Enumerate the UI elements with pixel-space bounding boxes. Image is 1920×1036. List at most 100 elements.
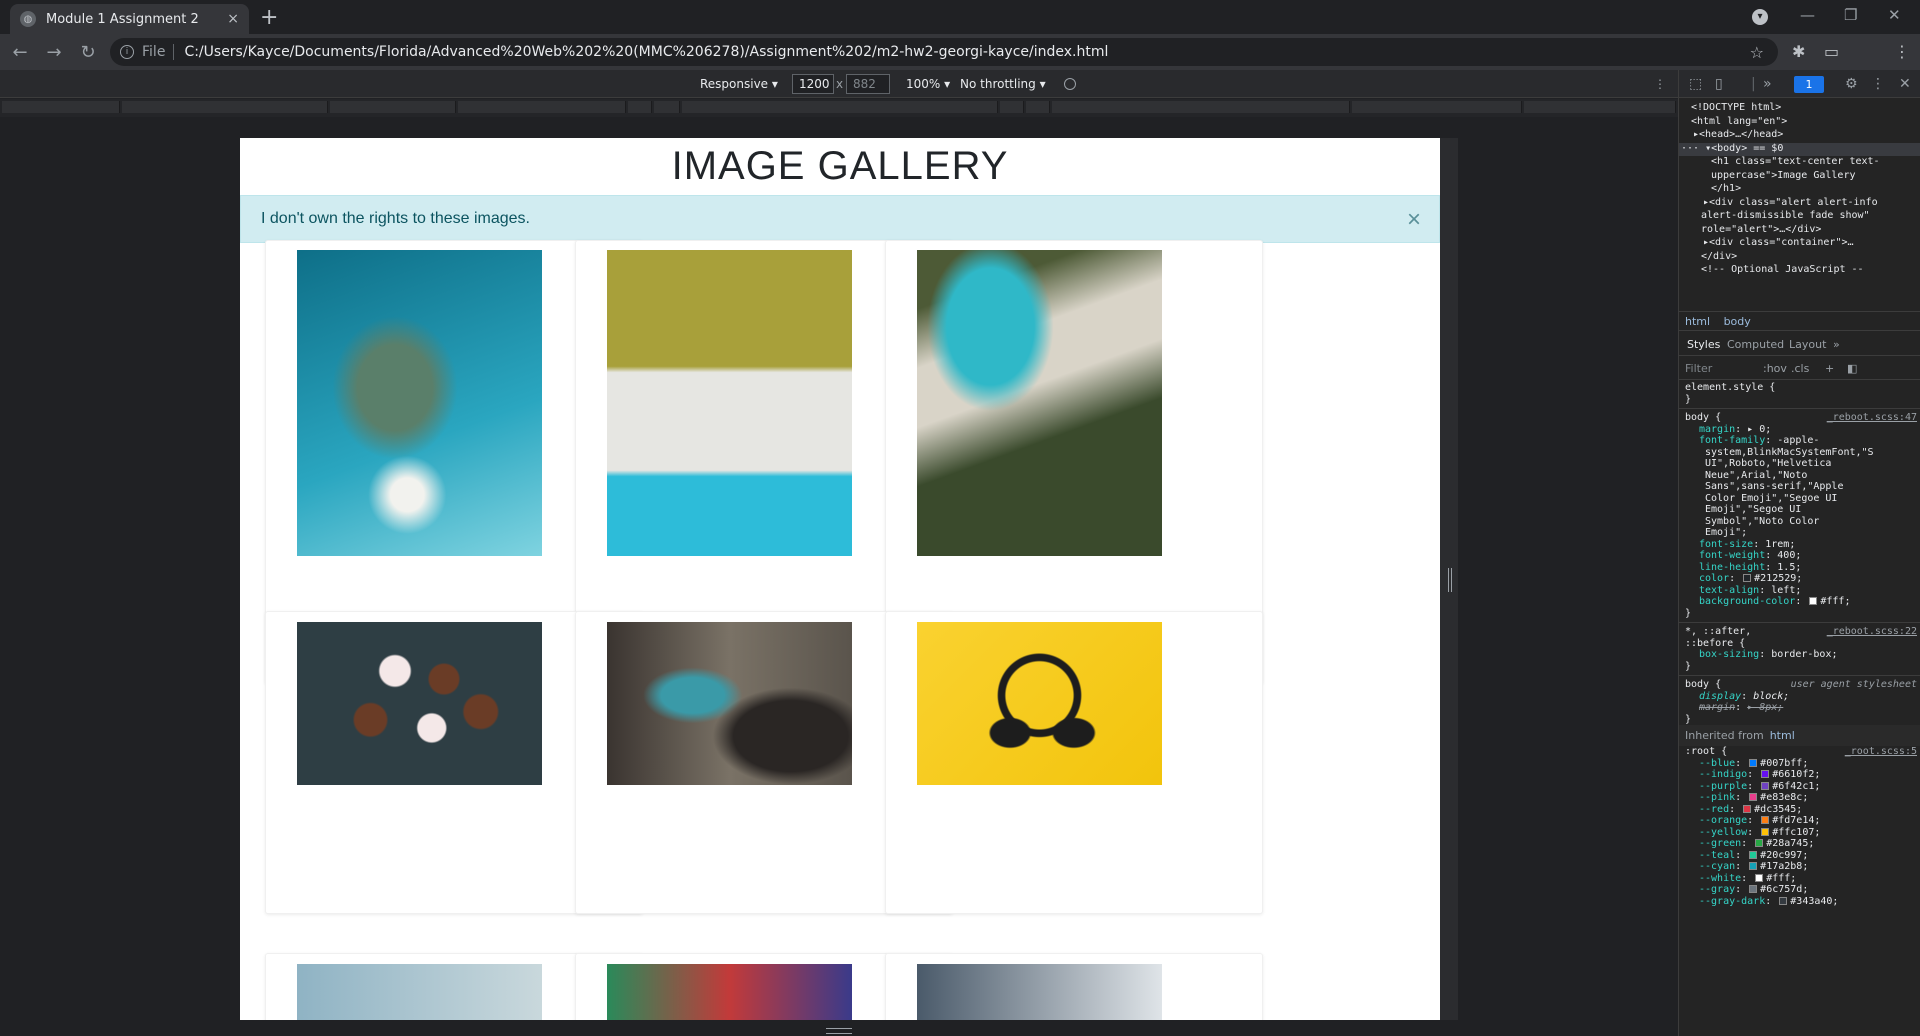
gallery-image[interactable] [917, 964, 1162, 1020]
more-panels-icon[interactable]: » [1763, 76, 1772, 92]
alert-close-button[interactable]: × [1407, 206, 1421, 234]
color-swatch[interactable] [1743, 574, 1752, 582]
browser-tab[interactable]: ◍ Module 1 Assignment 2 × [10, 4, 249, 34]
stylesheet-source-link[interactable]: _reboot.scss:47 [1827, 412, 1917, 423]
forward-icon[interactable]: → [40, 38, 68, 66]
color-swatch[interactable] [1779, 896, 1788, 905]
css-value[interactable]: #007bff; [1760, 758, 1808, 769]
window-close-icon[interactable]: ✕ [1888, 6, 1901, 24]
css-value[interactable]: left; [1771, 585, 1801, 596]
css-property[interactable]: --gray-dark [1699, 896, 1765, 907]
css-property[interactable]: color [1699, 573, 1729, 584]
inspect-element-icon[interactable]: ⬚ [1689, 76, 1702, 92]
css-property[interactable]: font-weight [1699, 550, 1765, 561]
dom-node-line[interactable]: alert-dismissible fade show" [1679, 210, 1920, 224]
dom-node-line[interactable]: uppercase">Image Gallery [1679, 170, 1920, 184]
zoom-select[interactable]: 100% ▾ [906, 77, 950, 91]
css-value[interactable]: #e83e8c; [1760, 792, 1808, 803]
color-swatch[interactable] [1743, 804, 1752, 813]
css-property[interactable]: font-size [1699, 539, 1753, 550]
css-property[interactable]: margin [1699, 702, 1735, 713]
css-property[interactable]: display [1699, 691, 1741, 702]
dom-node-line[interactable]: ▸<div class="alert alert-info [1679, 197, 1920, 211]
address-bar[interactable]: i File C:/Users/Kayce/Documents/Florida/… [110, 38, 1778, 66]
css-value[interactable]: #28a745; [1766, 838, 1814, 849]
devtools-close-icon[interactable]: ✕ [1899, 76, 1911, 92]
breadcrumb-html[interactable]: html [1685, 315, 1710, 328]
browser-menu-icon[interactable]: ⋮ [1894, 42, 1910, 61]
inherited-source-link[interactable]: html [1770, 729, 1795, 742]
viewport-resize-handle[interactable] [1448, 568, 1452, 592]
css-property[interactable]: --cyan [1699, 861, 1735, 872]
css-property[interactable]: text-align [1699, 585, 1759, 596]
url-text[interactable]: C:/Users/Kayce/Documents/Florida/Advance… [184, 44, 1108, 60]
device-mode-select[interactable]: Responsive ▾ [700, 77, 778, 91]
color-swatch[interactable] [1809, 597, 1818, 605]
css-value[interactable]: ▸ 0; [1747, 424, 1771, 435]
dom-node-line[interactable]: ··· ▾<body> == $0 [1679, 142, 1920, 156]
tab-computed[interactable]: Computed [1727, 338, 1784, 351]
back-icon[interactable]: ← [6, 38, 34, 66]
css-property[interactable]: line-height [1699, 562, 1765, 573]
gallery-image-palm-beach-top-view[interactable] [607, 250, 852, 556]
css-property[interactable]: --white [1699, 873, 1741, 884]
css-value[interactable]: 1rem; [1765, 539, 1795, 550]
gallery-image[interactable] [607, 964, 852, 1020]
css-value[interactable]: #20c997; [1760, 850, 1808, 861]
extensions-icon[interactable]: ✱ [1792, 42, 1805, 61]
css-value[interactable]: ▸ 8px; [1747, 702, 1783, 713]
settings-gear-icon[interactable]: ⚙ [1845, 76, 1858, 92]
reload-icon[interactable]: ↻ [74, 38, 102, 66]
tab-layout[interactable]: Layout [1789, 338, 1826, 351]
css-value[interactable]: #fff; [1820, 596, 1850, 607]
css-property[interactable]: --gray [1699, 884, 1735, 895]
css-value[interactable]: #17a2b8; [1760, 861, 1808, 872]
color-swatch[interactable] [1761, 781, 1770, 790]
dom-node-line[interactable]: <h1 class="text-center text- [1679, 156, 1920, 170]
viewport-width-input[interactable]: 1200 [792, 74, 834, 94]
hov-toggle[interactable]: :hov [1763, 362, 1787, 375]
tab-search-icon[interactable]: ▾ [1752, 9, 1768, 25]
color-swatch[interactable] [1761, 816, 1770, 824]
css-property[interactable]: background-color [1699, 596, 1795, 607]
gallery-image-headphones-yellow[interactable] [917, 622, 1162, 785]
restore-icon[interactable]: ❐ [1844, 6, 1857, 24]
styles-filter-input[interactable]: Filter [1685, 362, 1712, 375]
css-property[interactable]: --indigo [1699, 769, 1747, 780]
device-toggle-icon[interactable]: ▯ [1715, 76, 1723, 92]
gallery-image-beach-boats-palms[interactable] [917, 250, 1162, 556]
toggle-sidebar-icon[interactable]: ◧ [1847, 362, 1857, 375]
dom-node-line[interactable]: ▸<div class="container">… [1679, 237, 1920, 251]
stylesheet-source-link[interactable]: _reboot.scss:22 [1827, 626, 1917, 637]
tab-close-icon[interactable]: × [227, 11, 239, 27]
dom-node-line[interactable]: ▸<head>…</head> [1679, 129, 1920, 143]
css-property[interactable]: --blue [1699, 758, 1735, 769]
info-icon[interactable]: i [120, 45, 134, 59]
devtools-menu-icon[interactable]: ⋮ [1871, 76, 1885, 92]
tab-more[interactable]: » [1833, 338, 1840, 351]
minimize-icon[interactable]: — [1800, 6, 1815, 24]
cls-toggle[interactable]: .cls [1791, 362, 1809, 375]
css-property[interactable]: box-sizing [1699, 649, 1759, 660]
css-value[interactable]: #fff; [1766, 873, 1796, 884]
tab-styles[interactable]: Styles [1687, 338, 1720, 351]
css-value[interactable]: #6f42c1; [1772, 781, 1820, 792]
cast-icon[interactable]: ▭ [1824, 42, 1839, 61]
dom-node-line[interactable]: </div> [1679, 251, 1920, 265]
css-property[interactable]: --pink [1699, 792, 1735, 803]
gallery-image-cupcakes[interactable] [297, 622, 542, 785]
dom-node-line[interactable]: </h1> [1679, 183, 1920, 197]
gallery-image-aerial-ocean-reef[interactable] [297, 250, 542, 556]
css-value[interactable]: #6c757d; [1760, 884, 1808, 895]
viewport-height-input[interactable]: 882 [846, 74, 890, 94]
breadcrumb-body[interactable]: body [1724, 315, 1751, 328]
css-property[interactable]: margin [1699, 424, 1735, 435]
new-rule-button[interactable]: + [1825, 362, 1834, 375]
color-swatch[interactable] [1749, 793, 1758, 801]
throttling-select[interactable]: No throttling ▾ [960, 77, 1046, 91]
viewport-bottom-resize-handle[interactable] [826, 1028, 852, 1034]
rotate-icon[interactable] [1064, 78, 1076, 90]
stylesheet-source-link[interactable]: _root.scss:5 [1845, 746, 1917, 757]
color-swatch[interactable] [1755, 873, 1764, 882]
gallery-image[interactable] [297, 964, 542, 1020]
